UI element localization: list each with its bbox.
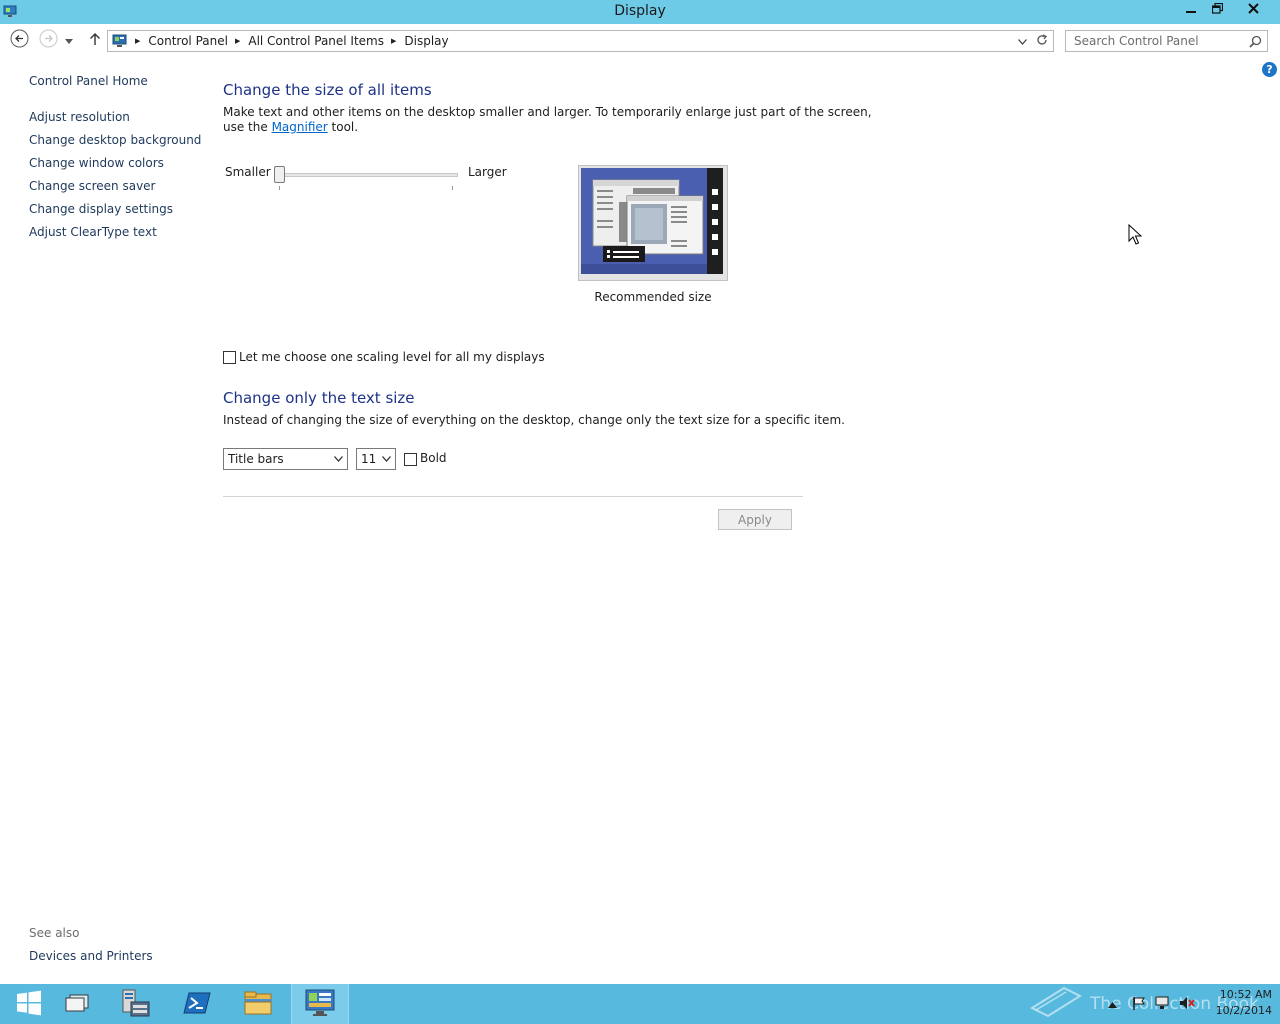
refresh-button[interactable] — [1033, 32, 1051, 50]
breadcrumb-control-panel[interactable]: Control Panel — [148, 34, 228, 48]
search-icon[interactable] — [1247, 33, 1263, 49]
start-icon — [16, 990, 42, 1019]
watermark-book-icon — [1029, 986, 1083, 1023]
bold-checkbox[interactable] — [404, 453, 417, 466]
up-arrow-icon — [89, 32, 101, 49]
file-explorer-button[interactable] — [229, 984, 287, 1024]
size-preview-image — [578, 165, 728, 281]
back-button[interactable] — [9, 29, 29, 51]
sidebar-item-screen-saver[interactable]: Change screen saver — [29, 179, 156, 193]
flag-icon — [1132, 996, 1146, 1013]
size-description-line-1: Make text and other items on the desktop… — [223, 105, 872, 119]
scaling-level-checkbox[interactable] — [223, 351, 236, 364]
close-button[interactable] — [1231, 0, 1276, 20]
title-bar: Display — [0, 0, 1280, 24]
minimize-icon — [1185, 3, 1196, 17]
back-arrow-icon — [10, 29, 29, 51]
restore-button[interactable] — [1204, 0, 1231, 20]
task-view-icon — [65, 994, 89, 1015]
preview-label: Recommended size — [594, 290, 712, 304]
text-size-heading: Change only the text size — [223, 389, 415, 407]
breadcrumb-separator-icon[interactable]: ▶ — [235, 37, 240, 45]
sidebar-item-window-colors[interactable]: Change window colors — [29, 156, 164, 170]
size-description-line-2: use the Magnifier tool. — [223, 120, 359, 134]
volume-tray[interactable] — [1178, 996, 1196, 1012]
control-panel-location-icon — [112, 34, 128, 48]
powershell-button[interactable] — [168, 984, 226, 1024]
close-icon — [1248, 3, 1259, 17]
server-manager-icon — [119, 988, 151, 1021]
minimize-button[interactable] — [1177, 0, 1204, 20]
devices-and-printers-link[interactable]: Devices and Printers — [29, 949, 153, 963]
address-history-button[interactable] — [1013, 32, 1031, 50]
chevron-down-icon — [333, 455, 343, 463]
font-size-value: 11 — [361, 452, 377, 466]
breadcrumb: ▶ Control Panel ▶ All Control Panel Item… — [112, 31, 449, 51]
slider-max-label: Larger — [468, 165, 507, 179]
magnifier-link[interactable]: Magnifier — [272, 120, 328, 134]
scaling-slider-thumb[interactable] — [274, 166, 285, 183]
powershell-icon — [183, 991, 211, 1018]
item-select-value: Title bars — [228, 452, 284, 466]
help-icon[interactable]: ? — [1262, 62, 1277, 77]
file-explorer-icon — [243, 990, 273, 1019]
apply-button[interactable]: Apply — [718, 509, 792, 530]
control-panel-home-link[interactable]: Control Panel Home — [29, 74, 148, 88]
sidebar-item-display-settings[interactable]: Change display settings — [29, 202, 173, 216]
clock-time: 10:52 AM — [1219, 988, 1272, 1001]
clock-date: 10/2/2014 — [1215, 1004, 1272, 1017]
sidebar-item-cleartype[interactable]: Adjust ClearType text — [29, 225, 157, 239]
server-manager-button[interactable] — [106, 984, 164, 1024]
volume-muted-icon — [1179, 996, 1195, 1013]
divider — [223, 496, 803, 497]
search-box[interactable] — [1065, 30, 1268, 52]
task-view-button[interactable] — [48, 984, 106, 1024]
navigation-bar: ▶ Control Panel ▶ All Control Panel Item… — [0, 24, 1280, 58]
mouse-cursor-icon — [1128, 223, 1143, 246]
action-center-tray[interactable] — [1130, 996, 1148, 1012]
chevron-up-icon — [1107, 997, 1117, 1011]
bold-label[interactable]: Bold — [420, 451, 447, 465]
breadcrumb-all-items[interactable]: All Control Panel Items — [248, 34, 384, 48]
chevron-down-icon — [381, 455, 391, 463]
slider-min-label: Smaller — [225, 165, 271, 179]
network-icon — [1155, 996, 1171, 1013]
show-hidden-icons-button[interactable] — [1103, 996, 1121, 1012]
forward-arrow-icon — [39, 29, 58, 51]
search-input[interactable] — [1067, 32, 1243, 50]
sidebar-item-desktop-background[interactable]: Change desktop background — [29, 133, 201, 147]
slider-tick — [452, 186, 453, 190]
see-also-heading: See also — [29, 926, 80, 940]
slider-tick — [279, 186, 280, 190]
window-title: Display — [614, 3, 666, 19]
breadcrumb-separator-icon[interactable]: ▶ — [135, 37, 140, 45]
forward-button[interactable] — [38, 29, 58, 51]
sidebar-item-adjust-resolution[interactable]: Adjust resolution — [29, 110, 130, 124]
refresh-icon — [1036, 33, 1048, 49]
control-panel-taskbar-button[interactable] — [291, 984, 349, 1024]
font-size-select[interactable]: 11 — [356, 448, 396, 470]
address-bar[interactable]: ▶ Control Panel ▶ All Control Panel Item… — [107, 30, 1054, 52]
network-tray[interactable] — [1154, 996, 1172, 1012]
system-clock[interactable]: 10:52 AM 10/2/2014 — [1200, 987, 1272, 1019]
text-size-description: Instead of changing the size of everythi… — [223, 413, 845, 427]
size-description: Make text and other items on the desktop… — [223, 105, 872, 135]
control-panel-icon — [304, 988, 336, 1021]
restore-icon — [1211, 2, 1224, 17]
chevron-down-icon — [1017, 34, 1027, 48]
size-heading: Change the size of all items — [223, 81, 432, 99]
up-button[interactable] — [85, 30, 105, 50]
recent-locations-button[interactable] — [62, 30, 76, 50]
desktop-preview-illustration — [581, 168, 723, 274]
scaling-slider-track[interactable] — [279, 173, 458, 177]
chevron-down-icon — [65, 33, 73, 47]
breadcrumb-separator-icon[interactable]: ▶ — [391, 37, 396, 45]
breadcrumb-display[interactable]: Display — [404, 34, 448, 48]
scaling-level-label[interactable]: Let me choose one scaling level for all … — [239, 350, 545, 364]
item-select[interactable]: Title bars — [223, 448, 348, 470]
